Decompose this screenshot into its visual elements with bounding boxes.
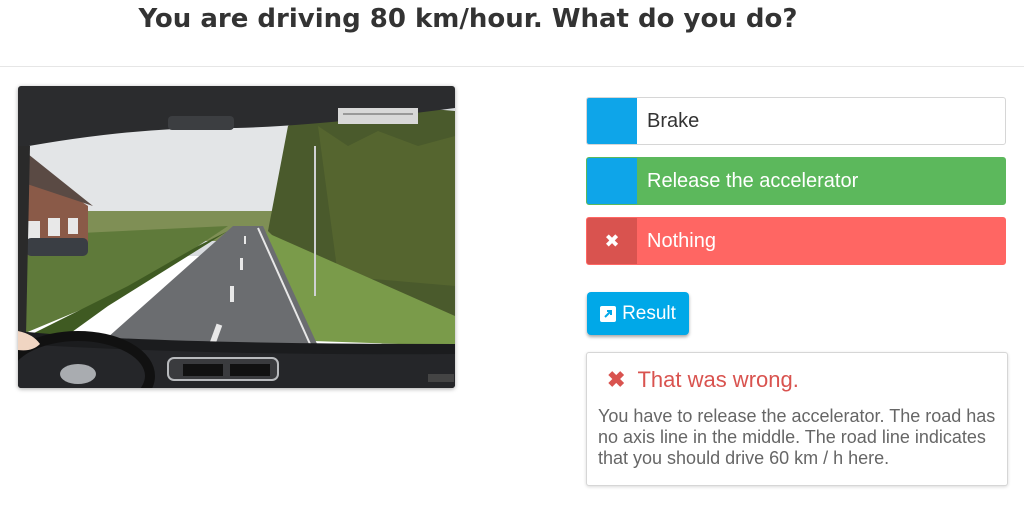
- result-button-label: Result: [622, 302, 676, 324]
- result-button[interactable]: Result: [587, 292, 689, 335]
- answer-label: Nothing: [647, 229, 716, 252]
- answer-marker: [587, 158, 637, 204]
- answer-option-brake[interactable]: Brake: [586, 97, 1006, 145]
- close-icon: ✖: [607, 367, 626, 392]
- header-divider: [0, 66, 1024, 67]
- feedback-text: You have to release the accelerator. The…: [598, 406, 996, 468]
- feedback-heading: That was wrong.: [637, 367, 799, 392]
- answer-option-release-accelerator[interactable]: Release the accelerator: [586, 157, 1006, 205]
- driver-view-photo: [18, 86, 455, 388]
- external-link-icon: [600, 305, 617, 322]
- answer-label: Brake: [647, 109, 700, 132]
- question-title: You are driving 80 km/hour. What do you …: [138, 4, 798, 34]
- answer-label: Release the accelerator: [647, 169, 859, 192]
- wrong-x-icon: ✖: [587, 218, 637, 264]
- answer-marker: [587, 98, 637, 144]
- answer-option-nothing[interactable]: ✖ Nothing: [586, 217, 1006, 265]
- feedback-panel: ✖ That was wrong. You have to release th…: [586, 352, 1008, 486]
